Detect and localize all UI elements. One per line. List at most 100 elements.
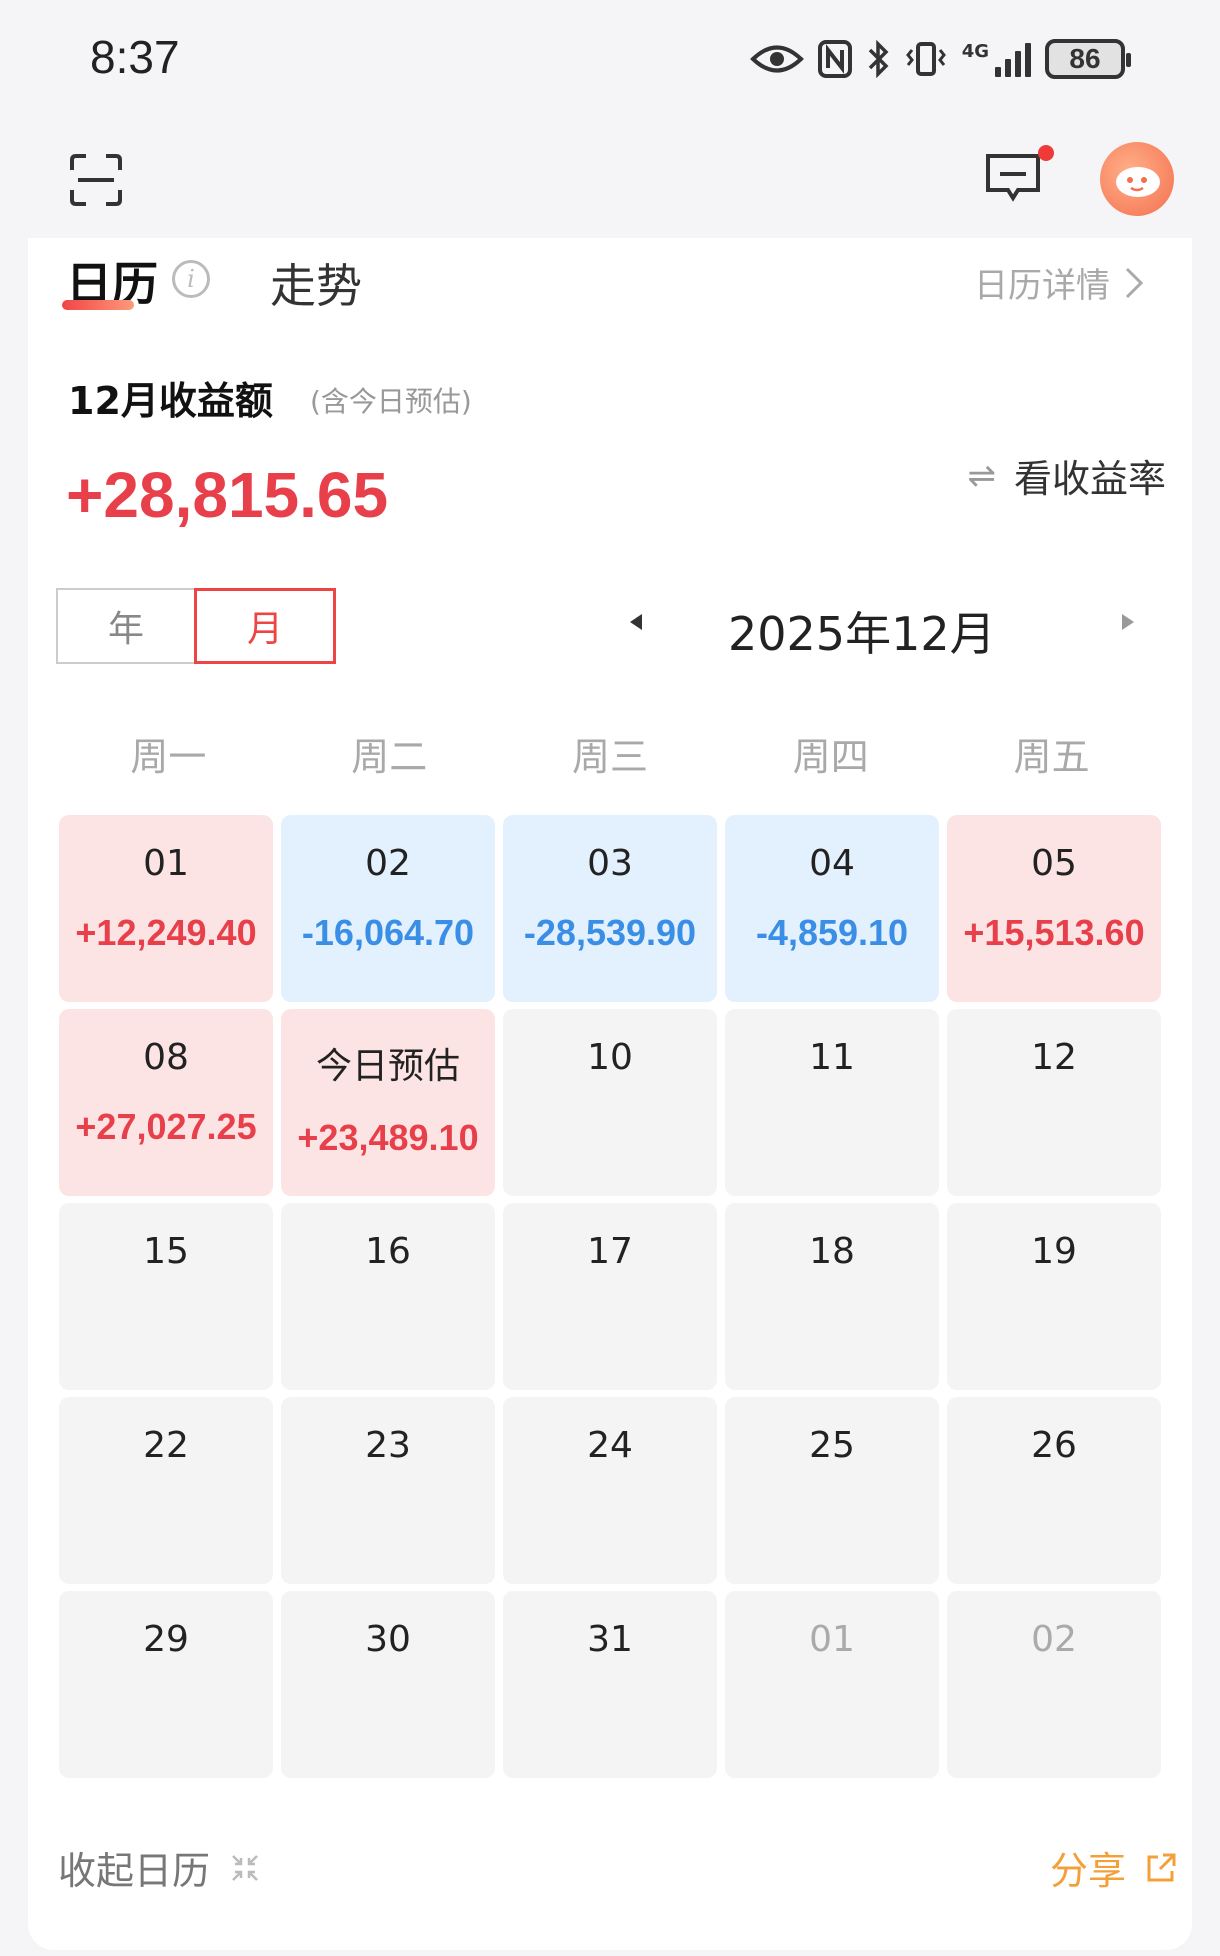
calendar-day-cell[interactable]: 03 -28,539.90 xyxy=(503,815,717,1002)
weekday-fri: 周五 xyxy=(1013,735,1090,779)
collapse-icon xyxy=(232,1854,258,1881)
period-segmented-control: 年 月 xyxy=(56,588,336,664)
calendar-day-number: 01 xyxy=(809,1619,855,1660)
calendar-day-number: 03 xyxy=(587,843,633,884)
month-total-amount: +28,815.65 xyxy=(66,459,389,531)
vibrate-icon xyxy=(905,42,946,76)
calendar-day-cell[interactable]: 22 xyxy=(59,1397,273,1584)
calendar-day-cell[interactable]: 11 xyxy=(725,1009,939,1196)
calendar-day-cell[interactable]: 18 xyxy=(725,1203,939,1390)
segment-month[interactable]: 月 xyxy=(194,588,336,664)
calendar-day-number: 23 xyxy=(365,1425,411,1466)
calendar-day-number: 30 xyxy=(365,1619,411,1660)
weekday-tue: 周二 xyxy=(351,735,428,779)
status-bar: 8:37 4G 86 xyxy=(0,0,1220,118)
calendar-day-number: 24 xyxy=(587,1425,633,1466)
calendar-detail-label: 日历详情 xyxy=(974,266,1110,306)
calendar-day-cell[interactable]: 08 +27,027.25 xyxy=(59,1009,273,1196)
period-label[interactable]: 2025年12月 xyxy=(728,598,996,664)
month-income-sub: (含今日预估) xyxy=(310,385,472,418)
calendar-day-number: 22 xyxy=(143,1425,189,1466)
calendar-day-number: 25 xyxy=(809,1425,855,1466)
calendar-day-cell[interactable]: 15 xyxy=(59,1203,273,1390)
calendar-day-number: 02 xyxy=(1031,1619,1077,1660)
share-button[interactable]: 分享 xyxy=(1050,1840,1178,1895)
calendar-day-number: 08 xyxy=(143,1037,189,1078)
weekday-mon: 周一 xyxy=(130,735,207,779)
swap-icon: ⇌ xyxy=(967,455,996,496)
calendar-day-pnl: +23,489.10 xyxy=(297,1117,479,1158)
info-icon[interactable]: i xyxy=(172,260,210,298)
calendar-day-number: 11 xyxy=(809,1037,855,1078)
calendar-day-number: 31 xyxy=(587,1619,633,1660)
network-label: 4G xyxy=(961,41,989,62)
calendar-day-cell[interactable]: 31 xyxy=(503,1591,717,1778)
calendar-day-cell[interactable]: 17 xyxy=(503,1203,717,1390)
chevron-right-icon xyxy=(1125,267,1144,298)
calendar-detail-link[interactable]: 日历详情 xyxy=(974,258,1144,307)
calendar-day-cell[interactable]: 16 xyxy=(281,1203,495,1390)
battery-icon: 86 xyxy=(1045,39,1131,79)
signal-icon: 4G xyxy=(962,41,1031,77)
calendar-day-pnl: +27,027.25 xyxy=(75,1106,257,1147)
avatar[interactable] xyxy=(1100,142,1174,216)
calendar-day-number: 01 xyxy=(143,843,189,884)
calendar-day-number: 今日预估 xyxy=(315,1046,460,1087)
calendar-day-cell[interactable]: 04 -4,859.10 xyxy=(725,815,939,1002)
weekday-header: 周一 周二 周三 周四 周五 xyxy=(58,726,1162,781)
calendar-grid: 01 +12,249.40 02 -16,064.70 03 -28,539.90 04 -4… xyxy=(59,815,1189,1778)
segment-year[interactable]: 年 xyxy=(58,590,194,662)
eye-icon xyxy=(749,45,804,73)
tab-trend[interactable]: 走势 xyxy=(270,250,362,316)
avatar-face-icon xyxy=(1116,167,1160,197)
calendar-day-number: 12 xyxy=(1031,1037,1077,1078)
top-toolbar xyxy=(0,118,1220,238)
calendar-day-cell[interactable]: 05 +15,513.60 xyxy=(947,815,1161,1002)
calendar-day-number: 26 xyxy=(1031,1425,1077,1466)
calendar-day-cell[interactable]: 10 xyxy=(503,1009,717,1196)
calendar-day-number: 15 xyxy=(143,1231,189,1272)
view-return-rate-button[interactable]: ⇌ 看收益率 xyxy=(967,448,1166,503)
calendar-day-number: 10 xyxy=(587,1037,633,1078)
calendar-day-pnl: -16,064.70 xyxy=(301,912,475,953)
calendar-day-cell[interactable]: 01 +12,249.40 xyxy=(59,815,273,1002)
calendar-day-cell[interactable]: 19 xyxy=(947,1203,1161,1390)
calendar-day-pnl: -4,859.10 xyxy=(755,912,909,953)
calendar-day-cell[interactable]: 25 xyxy=(725,1397,939,1584)
calendar-day-cell[interactable]: 23 xyxy=(281,1397,495,1584)
calendar-day-pnl: -28,539.90 xyxy=(523,912,697,953)
prev-month-icon[interactable] xyxy=(630,614,642,630)
collapse-calendar-button[interactable]: 收起日历 xyxy=(58,1840,260,1895)
calendar-day-cell[interactable]: 02 -16,064.70 xyxy=(281,815,495,1002)
next-month-icon[interactable] xyxy=(1122,614,1134,630)
tab-active-indicator xyxy=(62,300,134,310)
weekday-thu: 周四 xyxy=(792,735,869,779)
calendar-day-cell[interactable]: 30 xyxy=(281,1591,495,1778)
bluetooth-icon xyxy=(868,40,889,78)
message-icon[interactable] xyxy=(984,152,1042,206)
calendar-day-number: 29 xyxy=(143,1619,189,1660)
calendar-day-cell[interactable]: 12 xyxy=(947,1009,1161,1196)
calendar-day-number: 05 xyxy=(1031,843,1077,884)
battery-level: 86 xyxy=(1069,43,1101,74)
weekday-wed: 周三 xyxy=(571,735,648,779)
calendar-day-cell[interactable]: 26 xyxy=(947,1397,1161,1584)
month-income-label: 12月收益额 xyxy=(68,379,273,423)
calendar-day-number: 02 xyxy=(365,843,411,884)
calendar-day-number: 18 xyxy=(809,1231,855,1272)
calendar-day-number: 04 xyxy=(809,843,855,884)
share-icon xyxy=(1147,1853,1176,1881)
calendar-day-pnl: +15,513.60 xyxy=(963,912,1145,953)
scan-icon[interactable] xyxy=(68,152,124,208)
calendar-day-number: 19 xyxy=(1031,1231,1077,1272)
calendar-day-cell[interactable]: 29 xyxy=(59,1591,273,1778)
calendar-day-cell[interactable]: 24 xyxy=(503,1397,717,1584)
calendar-day-cell[interactable]: 今日预估 +23,489.10 xyxy=(281,1009,495,1196)
calendar-day-cell[interactable]: 01 xyxy=(725,1591,939,1778)
status-icons: 4G 86 xyxy=(749,34,1131,84)
status-time: 8:37 xyxy=(90,31,180,83)
calendar-card: 日历 i 走势 日历详情 12月收益额 (含今日预估) +28,815.65 ⇌… xyxy=(28,238,1192,1950)
notification-dot xyxy=(1038,145,1054,161)
calendar-day-cell[interactable]: 02 xyxy=(947,1591,1161,1778)
collapse-calendar-label: 收起日历 xyxy=(58,1849,211,1893)
